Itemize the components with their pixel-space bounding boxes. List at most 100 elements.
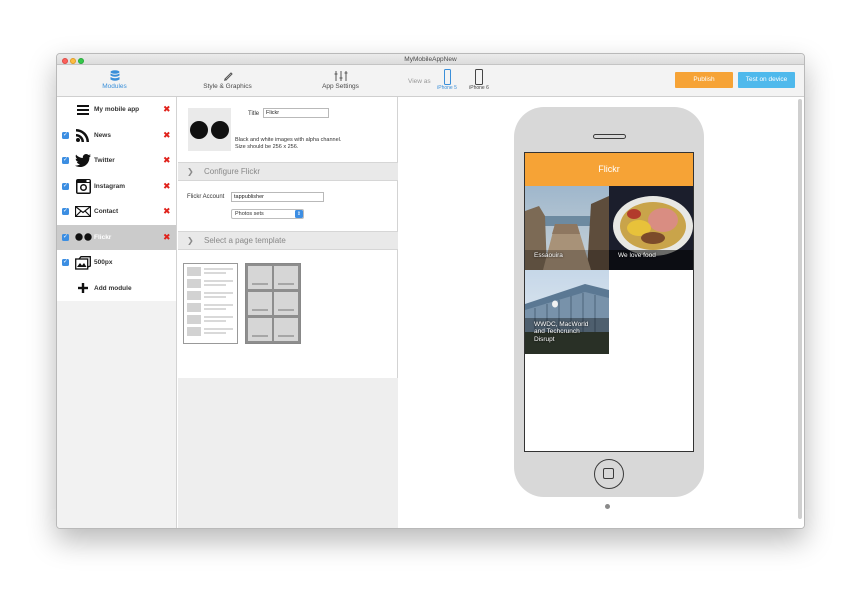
icon-hint-line: Size should be 256 x 256. <box>235 144 299 150</box>
home-square-icon <box>603 468 614 479</box>
window-title: MyMobileAppNew <box>404 56 457 63</box>
sidebar-item-label: 500px <box>94 259 113 267</box>
sidebar-item-500px[interactable]: ✓ 500px <box>57 250 176 276</box>
tile-caption: Essaouira <box>534 252 563 260</box>
title-input[interactable]: Flickr <box>263 108 329 118</box>
speaker-icon <box>593 134 626 139</box>
photo-set-tile[interactable]: Essaouira <box>525 186 609 270</box>
chevron-down-icon: ❯ <box>187 167 194 176</box>
photo-set-tile[interactable]: We love food <box>609 186 693 270</box>
device-iphone5-label: iPhone 5 <box>437 85 457 91</box>
checkbox[interactable]: ✓ <box>62 131 69 139</box>
sidebar-item-label: Contact <box>94 208 119 216</box>
module-editor: Title Flickr Black and white images with… <box>178 97 398 528</box>
menu-icon <box>73 102 93 118</box>
tile-caption-line: and Techcrunch <box>534 328 580 335</box>
flickr-account-input[interactable]: tappublisher <box>231 192 324 202</box>
template-grid-option[interactable] <box>245 263 301 344</box>
app-title-bar: Flickr <box>525 153 693 186</box>
publish-button[interactable]: Publish <box>675 72 733 88</box>
checkbox[interactable]: ✓ <box>62 182 69 190</box>
tile-caption-line: We love food <box>618 251 656 259</box>
tile-caption: WWDC, MacWorld and Techcrunch Disrupt <box>534 321 588 344</box>
template-section-header[interactable]: ❯ Select a page template <box>178 231 398 250</box>
delete-icon[interactable]: ✖ <box>163 206 171 217</box>
tile-caption: We love food <box>618 252 656 260</box>
sidebar-item-label: Flickr <box>94 233 112 241</box>
photos-type-select[interactable]: Photos sets ⇕ <box>231 209 304 219</box>
photo-set-tile[interactable]: WWDC, MacWorld and Techcrunch Disrupt <box>525 270 609 354</box>
sidebar-item-flickr[interactable]: ✓ Flickr ✖ <box>57 224 176 250</box>
configure-header-label: Configure Flickr <box>204 167 261 176</box>
flickr-account-label: Flickr Account <box>187 194 225 200</box>
select-arrows-icon: ⇕ <box>295 210 303 218</box>
title-bar: MyMobileAppNew <box>57 54 804 65</box>
checkbox[interactable]: ✓ <box>62 208 69 216</box>
home-button[interactable] <box>594 459 624 489</box>
iphone-frame: Flickr Essaouira We love food WWDC, MacW… <box>514 107 704 497</box>
delete-icon[interactable]: ✖ <box>163 155 171 166</box>
test-on-device-button[interactable]: Test on device <box>738 72 795 88</box>
database-icon <box>82 69 147 83</box>
flickr-dot-icon <box>190 120 208 139</box>
add-module-label: Add module <box>94 284 132 292</box>
tile-caption-line: Disrupt <box>534 335 555 343</box>
flickr-dots-icon <box>73 229 93 245</box>
plus-icon <box>73 280 93 296</box>
grid-template-icon <box>246 264 300 343</box>
page-indicator[interactable] <box>605 504 610 509</box>
device-iphone6-button[interactable]: iPhone 6 <box>466 69 492 91</box>
tab-app-settings[interactable]: App Settings <box>308 69 373 90</box>
checkbox[interactable]: ✓ <box>62 157 69 165</box>
sliders-icon <box>308 69 373 83</box>
sidebar-item-label: Instagram <box>94 182 126 190</box>
template-header-label: Select a page template <box>204 236 286 245</box>
checkbox[interactable]: ✓ <box>62 259 69 267</box>
minimize-window-button[interactable] <box>70 57 76 64</box>
list-template-icon <box>187 267 233 336</box>
delete-icon[interactable]: ✖ <box>163 104 171 115</box>
sidebar-item-my-mobile-app[interactable]: My mobile app ✖ <box>57 97 176 123</box>
sidebar-item-instagram[interactable]: ✓ Instagram ✖ <box>57 174 176 200</box>
flickr-dot-icon <box>211 120 229 139</box>
sidebar-item-contact[interactable]: ✓ Contact ✖ <box>57 199 176 225</box>
device-preview: Flickr Essaouira We love food WWDC, MacW… <box>398 97 804 528</box>
sidebar-item-label: My mobile app <box>94 106 140 114</box>
preview-scrollbar[interactable] <box>798 99 802 519</box>
close-window-button[interactable] <box>62 57 68 64</box>
add-module-button[interactable]: Add module <box>57 275 176 301</box>
editor-panel: Title Flickr Black and white images with… <box>178 97 398 378</box>
template-list-option[interactable] <box>183 263 238 344</box>
checkbox[interactable]: ✓ <box>62 233 69 241</box>
delete-icon[interactable]: ✖ <box>163 232 171 243</box>
phone-icon <box>475 69 483 85</box>
zoom-window-button[interactable] <box>78 57 84 64</box>
phone-screen: Flickr Essaouira We love food WWDC, MacW… <box>524 152 694 452</box>
module-list: My mobile app ✖ ✓ News ✖ ✓ Twitter ✖ ✓ I… <box>57 97 176 301</box>
module-icon-preview[interactable] <box>188 108 231 151</box>
delete-icon[interactable]: ✖ <box>163 181 171 192</box>
tab-modules[interactable]: Modules <box>82 69 147 90</box>
instagram-icon <box>73 178 93 194</box>
envelope-icon <box>73 204 93 220</box>
delete-icon[interactable]: ✖ <box>163 130 171 141</box>
tab-style-graphics[interactable]: Style & Graphics <box>195 69 260 90</box>
view-as-label: View as <box>408 78 431 85</box>
tile-caption-line: WWDC, MacWorld <box>534 320 589 328</box>
sidebar-item-twitter[interactable]: ✓ Twitter ✖ <box>57 148 176 174</box>
icon-hint-line: Black and white images with alpha channe… <box>235 137 342 143</box>
brush-icon <box>195 69 260 83</box>
configure-section-header[interactable]: ❯ Configure Flickr <box>178 162 398 181</box>
tile-caption-line: Essaouira <box>534 251 563 259</box>
phone-icon <box>443 69 451 85</box>
rss-icon <box>73 127 93 143</box>
device-iphone6-label: iPhone 6 <box>469 85 489 91</box>
sidebar-item-news[interactable]: ✓ News ✖ <box>57 123 176 149</box>
tab-app-settings-label: App Settings <box>322 83 359 90</box>
500px-icon <box>73 255 93 271</box>
device-iphone5-button[interactable]: iPhone 5 <box>434 69 460 91</box>
toolbar: Modules Style & Graphics App Settings Vi… <box>57 65 804 97</box>
twitter-bird-icon <box>73 153 93 169</box>
tab-modules-label: Modules <box>102 83 127 90</box>
sidebar-item-label: Twitter <box>94 157 115 165</box>
